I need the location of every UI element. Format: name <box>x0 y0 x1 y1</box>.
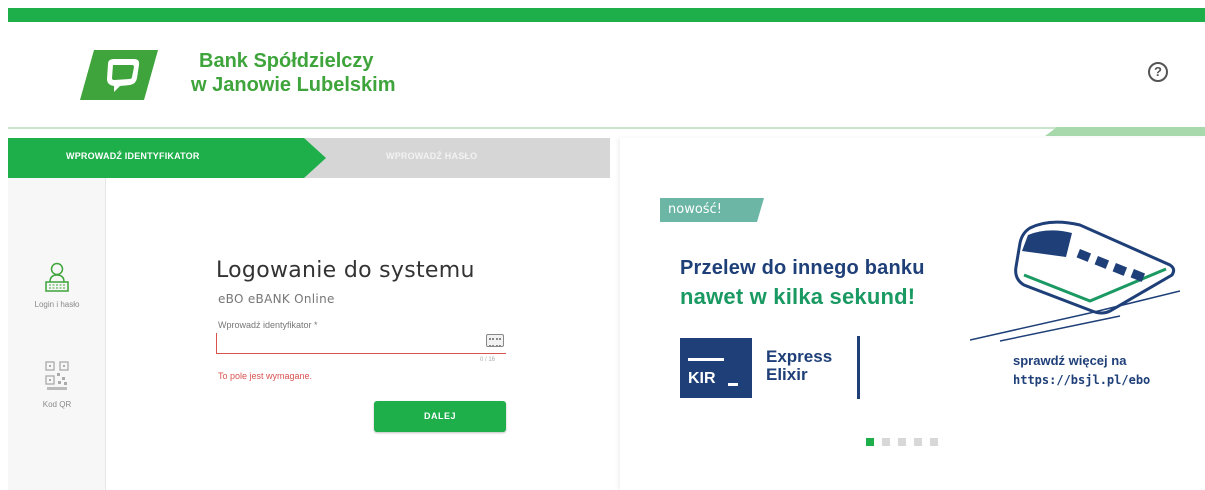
elixir-label: Elixir <box>766 365 808 384</box>
identifier-input[interactable] <box>216 333 466 353</box>
login-pane: WPROWADŹ IDENTYFIKATOR WPROWADŹ HASŁO Lo… <box>8 138 610 490</box>
identifier-field-label: Wprowadź identyfikator * <box>218 320 318 330</box>
field-error-message: To pole jest wymagane. <box>218 371 313 381</box>
kir-logo: KIR <box>680 338 752 398</box>
kir-logo-bar <box>688 358 724 361</box>
sidebar-item-qr-code[interactable]: Kod QR <box>8 360 106 409</box>
identifier-field <box>216 332 506 354</box>
login-title: Logowanie do systemu <box>216 258 475 283</box>
bank-name-line1: Bank Spółdzielczy <box>199 50 374 72</box>
help-icon[interactable]: ? <box>1148 62 1168 82</box>
carousel-dot[interactable] <box>898 438 906 446</box>
express-elixir-logo: Express Elixir <box>766 348 832 384</box>
carousel-dot[interactable] <box>866 438 874 446</box>
qr-code-icon <box>45 361 69 390</box>
sidebar-item-login-password-label: Login i hasło <box>34 300 80 309</box>
new-badge: nowość! <box>660 198 764 222</box>
character-counter: 0 / 16 <box>480 357 496 363</box>
promo-more-text: sprawdź więcej na <box>1013 353 1127 368</box>
header-divider-accent <box>1045 127 1205 136</box>
header: Bank Spółdzielczy w Janowie Lubelskim ? <box>8 22 1205 127</box>
login-steps: WPROWADŹ IDENTYFIKATOR WPROWADŹ HASŁO <box>8 138 610 178</box>
promo-divider <box>857 336 860 399</box>
promo-headline-line1: Przelew do innego banku <box>680 257 925 279</box>
bank-name-line2: w Janowie Lubelskim <box>191 74 396 96</box>
kir-logo-underscore <box>728 383 738 386</box>
virtual-keyboard-icon[interactable] <box>486 334 504 347</box>
bank-logo[interactable] <box>80 50 158 100</box>
carousel-dot[interactable] <box>882 438 890 446</box>
step-enter-identifier-label: WPROWADŹ IDENTYFIKATOR <box>66 151 200 161</box>
kir-logo-text: KIR <box>688 370 716 387</box>
promo-headline-line2: nawet w kilka sekund! <box>680 284 916 309</box>
carousel-dot[interactable] <box>930 438 938 446</box>
header-divider <box>8 127 1205 129</box>
express-label: Express <box>766 347 833 366</box>
train-illustration <box>970 220 1180 342</box>
sidebar-item-login-password[interactable]: Login i hasło <box>8 262 106 309</box>
login-method-sidebar: Login i hasło Kod QR <box>8 178 106 490</box>
carousel-dot[interactable] <box>914 438 922 446</box>
step-enter-password-label: WPROWADŹ HASŁO <box>386 151 478 161</box>
sidebar-item-qr-code-label: Kod QR <box>42 400 72 409</box>
login-subtitle: eBO eBANK Online <box>218 292 335 306</box>
top-accent-bar <box>8 8 1205 22</box>
next-button[interactable]: DALEJ <box>374 401 506 432</box>
promo-link[interactable]: https://bsjl.pl/ebo <box>1013 373 1150 387</box>
user-keyboard-icon <box>45 262 69 292</box>
bank-name: Bank Spółdzielczy w Janowie Lubelskim <box>191 49 396 97</box>
